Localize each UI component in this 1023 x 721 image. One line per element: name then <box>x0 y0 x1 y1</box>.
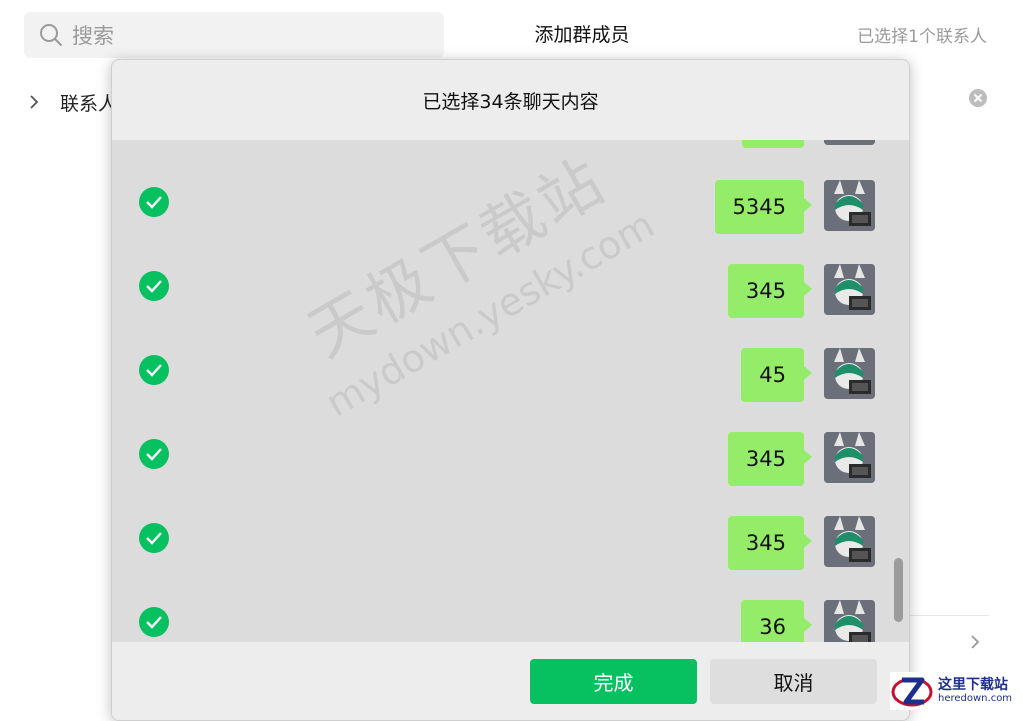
contacts-group-label: 联系人 <box>60 92 118 115</box>
chevron-right-icon <box>30 95 39 109</box>
message-bubble: 345 <box>727 432 813 486</box>
message-row[interactable]: 5345 <box>112 180 909 240</box>
message-row[interactable]: 345 <box>112 516 909 576</box>
site-logo-text-en: heredown.com <box>938 693 1013 704</box>
site-logo-mark-icon <box>891 677 933 707</box>
checked-icon[interactable] <box>139 439 169 469</box>
message-bubble: 345 <box>727 516 813 570</box>
checked-icon[interactable] <box>139 271 169 301</box>
selected-count-label: 已选择1个联系人 <box>857 27 987 47</box>
chevron-right-icon[interactable] <box>965 632 985 652</box>
dialog-footer: 完成 取消 <box>112 642 909 720</box>
message-row[interactable] <box>112 140 909 160</box>
message-bubble: 345 <box>727 264 813 318</box>
site-logo-text-cn: 这里下载站 <box>938 677 1008 693</box>
site-logo-text: 这里下载站 heredown.com <box>938 677 1012 705</box>
avatar <box>824 348 875 399</box>
divider <box>910 615 989 616</box>
message-row[interactable]: 36 <box>112 600 909 642</box>
avatar <box>824 264 875 315</box>
done-button[interactable]: 完成 <box>530 659 697 704</box>
site-logo: 这里下载站 heredown.com <box>890 672 1023 710</box>
message-row[interactable]: 345 <box>112 432 909 492</box>
contacts-group-toggle[interactable]: 联系人 <box>24 86 117 118</box>
page-title: 添加群成员 <box>534 24 630 46</box>
message-row[interactable]: 45 <box>112 348 909 408</box>
search-icon <box>40 24 62 46</box>
scrollbar-thumb[interactable] <box>894 558 903 622</box>
search-box[interactable]: 搜索 <box>24 12 444 58</box>
avatar <box>824 516 875 567</box>
checked-icon[interactable] <box>139 187 169 217</box>
message-bubble: 45 <box>741 348 812 402</box>
message-list[interactable]: 天极下载站 mydown.yesky.com 5345 345 45 345 3… <box>112 140 909 642</box>
avatar <box>824 180 875 231</box>
message-bubble: 5345 <box>714 180 813 234</box>
message-bubble: 36 <box>741 600 812 642</box>
checked-icon[interactable] <box>139 355 169 385</box>
message-row[interactable]: 345 <box>112 264 909 324</box>
avatar <box>824 432 875 483</box>
avatar <box>824 600 875 642</box>
dialog-title: 已选择34条聊天内容 <box>422 90 599 113</box>
checked-icon[interactable] <box>139 523 169 553</box>
search-placeholder: 搜索 <box>72 24 114 48</box>
avatar <box>824 140 875 145</box>
forward-messages-dialog: 已选择34条聊天内容 天极下载站 mydown.yesky.com 5345 3… <box>111 59 910 721</box>
remove-selected-icon[interactable] <box>968 88 988 108</box>
message-bubble <box>742 140 804 148</box>
cancel-button[interactable]: 取消 <box>710 659 877 704</box>
checked-icon[interactable] <box>139 607 169 637</box>
